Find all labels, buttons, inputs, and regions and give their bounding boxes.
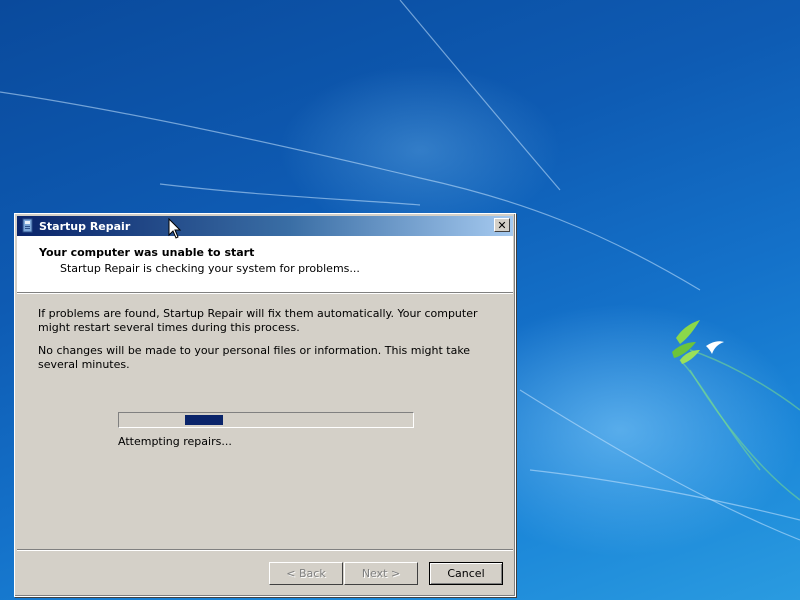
footer-divider (17, 549, 513, 551)
back-button[interactable]: < Back (269, 562, 343, 585)
desktop: Startup Repair ✕ Your computer was unabl… (0, 0, 800, 600)
info-paragraph-1: If problems are found, Startup Repair wi… (38, 307, 478, 334)
window-title: Startup Repair (39, 219, 131, 233)
progress-bar (118, 412, 414, 428)
progress-status: Attempting repairs... (118, 435, 232, 448)
close-icon: ✕ (497, 218, 507, 232)
header-subtitle: Startup Repair is checking your system f… (60, 262, 360, 275)
mouse-pointer-icon (168, 218, 182, 239)
header-panel: Your computer was unable to start Startu… (17, 236, 513, 293)
bird-leaves-logo (672, 320, 724, 364)
startup-repair-icon (21, 218, 35, 234)
next-button[interactable]: Next > (344, 562, 418, 585)
cancel-button[interactable]: Cancel (429, 562, 503, 585)
title-bar[interactable]: Startup Repair ✕ (17, 216, 513, 236)
info-paragraph-2: No changes will be made to your personal… (38, 344, 471, 371)
header-divider (17, 293, 513, 294)
startup-repair-dialog: Startup Repair ✕ Your computer was unabl… (14, 213, 516, 597)
close-button[interactable]: ✕ (494, 218, 510, 232)
header-title: Your computer was unable to start (39, 246, 255, 259)
progress-marquee-chunk (185, 415, 223, 425)
